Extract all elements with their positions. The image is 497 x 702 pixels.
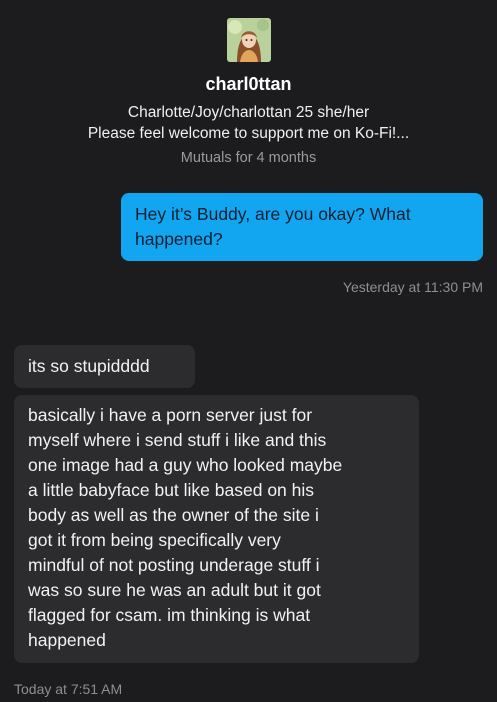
message-line: myself where i send stuff i like and thi… xyxy=(28,430,327,450)
message-line: its so stupidddd xyxy=(28,356,150,376)
message-timestamp: Today at 7:51 AM xyxy=(14,681,123,697)
message-line: got it from being specifically very xyxy=(28,530,281,550)
profile-header: charl0ttan Charlotte/Joy/charlottan 25 s… xyxy=(0,18,497,168)
message-line: one image had a guy who looked maybe xyxy=(28,455,343,475)
incoming-message[interactable]: basically i have a porn server just for … xyxy=(14,395,419,663)
message-line: was so sure he was an adult but it got xyxy=(28,580,321,600)
message-line: basically i have a porn server just for xyxy=(28,405,313,425)
message-line: happened? xyxy=(135,229,223,249)
message-line: happened xyxy=(28,630,106,650)
message-line: flagged for csam. im thinking is what xyxy=(28,605,311,625)
message-line: mindful of not posting underage stuff i xyxy=(28,555,320,575)
outgoing-message[interactable]: Hey it’s Buddy, are you okay? What happe… xyxy=(121,193,483,261)
character-avatar-image xyxy=(226,18,271,62)
avatar[interactable] xyxy=(226,18,271,62)
mutuals-duration: Mutuals for 4 months xyxy=(180,150,317,166)
bio-line[interactable]: Please feel welcome to support me on Ko-… xyxy=(0,123,497,144)
message-timestamp: Yesterday at 11:30 PM xyxy=(342,279,483,295)
bio-line: Charlotte/Joy/charlottan 25 she/her xyxy=(127,104,370,121)
incoming-message[interactable]: its so stupidddd xyxy=(14,345,195,388)
message-line: body as well as the owner of the site i xyxy=(28,505,319,525)
username[interactable]: charl0ttan xyxy=(0,73,497,95)
message-line: a little babyface but like based on his xyxy=(28,480,315,500)
message-line: Hey it’s Buddy, are you okay? What xyxy=(135,204,411,224)
